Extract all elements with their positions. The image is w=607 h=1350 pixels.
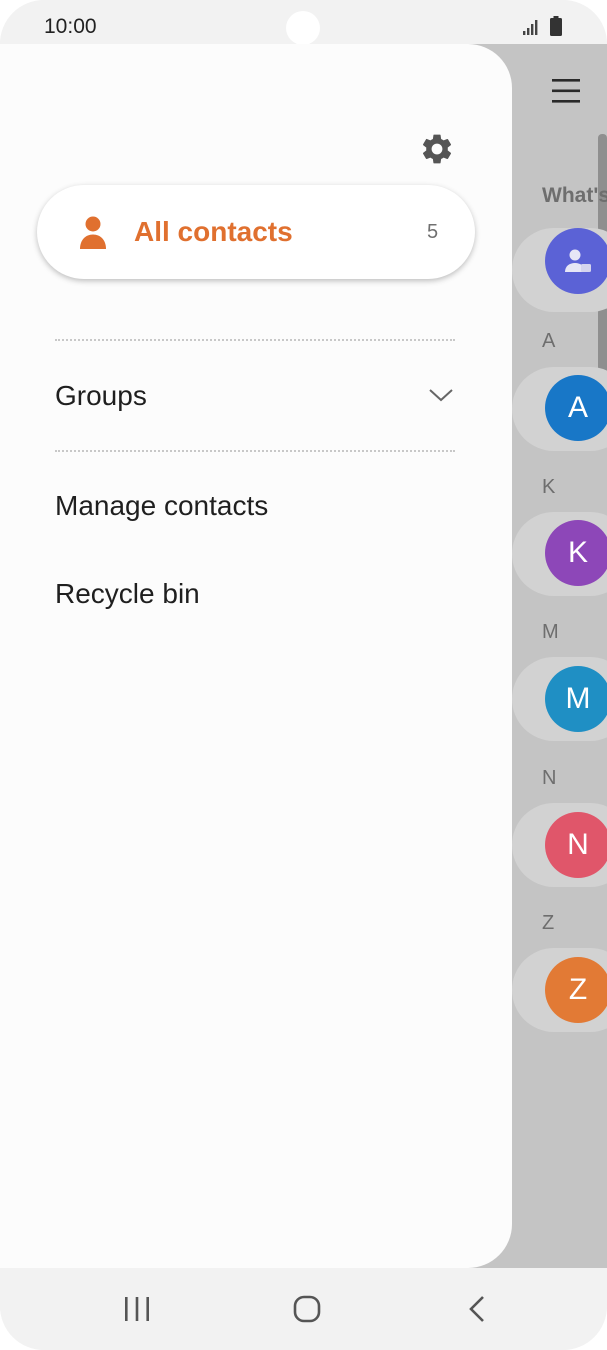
- index-letter: Z: [542, 912, 555, 934]
- all-contacts-label: All contacts: [134, 216, 293, 247]
- back-icon: [469, 1296, 484, 1322]
- groups-label: Groups: [55, 380, 147, 411]
- back-button[interactable]: [427, 1268, 527, 1350]
- all-contacts-item[interactable]: All contacts 5: [37, 185, 475, 279]
- contact-avatar: A: [545, 375, 607, 441]
- recent-apps-button[interactable]: [87, 1268, 187, 1350]
- gear-icon: [422, 134, 452, 164]
- settings-button[interactable]: [416, 128, 458, 170]
- signal-icon: [523, 20, 538, 35]
- contact-avatar: K: [545, 520, 607, 586]
- contact-avatar: N: [545, 812, 607, 878]
- index-letter: N: [542, 767, 557, 789]
- navigation-drawer: All contacts 5 Groups Manage contacts Re…: [0, 44, 512, 1268]
- manage-contacts-item[interactable]: Manage contacts: [0, 464, 512, 544]
- recycle-bin-label: Recycle bin: [55, 578, 200, 609]
- contact-avatar: M: [545, 666, 607, 732]
- groups-item[interactable]: Groups: [0, 349, 512, 433]
- recycle-bin-item[interactable]: Recycle bin: [0, 552, 512, 632]
- index-letter: A: [542, 330, 556, 352]
- index-letter: M: [542, 621, 559, 643]
- index-letter: K: [542, 476, 556, 498]
- home-button[interactable]: [257, 1268, 357, 1350]
- hamburger-menu-icon[interactable]: [552, 78, 580, 104]
- navigation-bar: [0, 1268, 607, 1350]
- contact-avatar: Z: [545, 957, 607, 1023]
- divider: [55, 339, 455, 341]
- whats-new-label: What's: [542, 184, 607, 207]
- front-camera: [286, 11, 320, 45]
- all-contacts-count: 5: [427, 221, 439, 243]
- recent-apps-icon: [125, 1297, 149, 1321]
- battery-icon: [550, 16, 562, 36]
- status-time: 10:00: [44, 15, 97, 38]
- manage-contacts-label: Manage contacts: [55, 490, 269, 521]
- phone-screen: 10:00 What's A A K K M M N N Z Z All con…: [0, 0, 607, 1350]
- profile-icon: [565, 249, 591, 272]
- status-bar: 10:00: [0, 0, 607, 48]
- divider: [55, 450, 455, 452]
- person-icon: [80, 216, 106, 249]
- chevron-down-icon: [429, 389, 453, 402]
- profile-avatar: [545, 228, 607, 294]
- home-icon: [293, 1295, 321, 1323]
